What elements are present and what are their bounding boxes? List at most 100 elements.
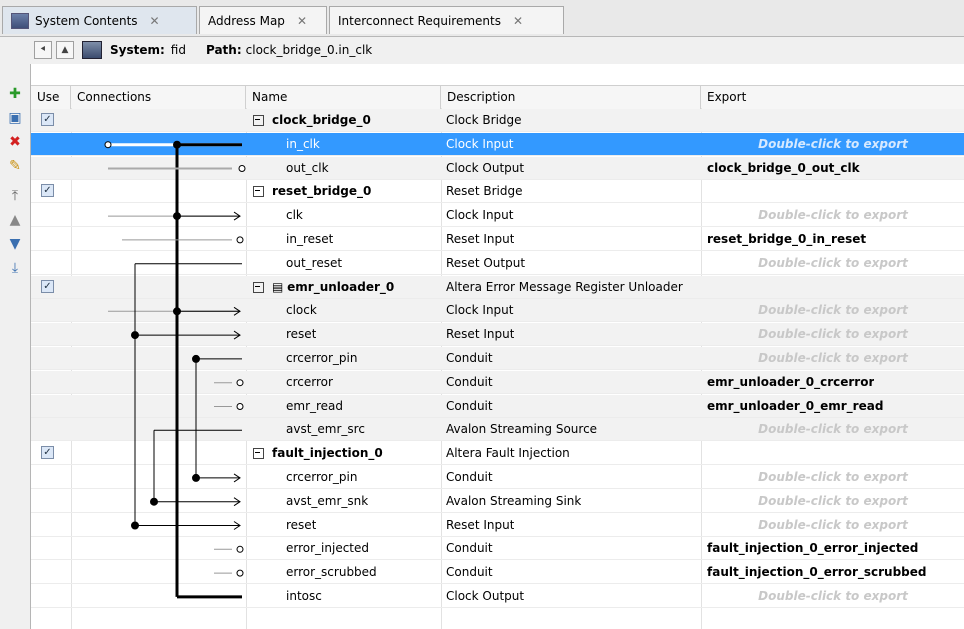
connection-dot[interactable]	[150, 497, 158, 506]
add-icon[interactable]: ✚	[7, 86, 23, 102]
close-icon[interactable]: ✕	[513, 14, 523, 28]
export-hint[interactable]: Double-click to export	[701, 418, 964, 441]
port-name: out_reset	[286, 255, 343, 270]
port-name: avst_emr_src	[286, 422, 365, 437]
connection-dot[interactable]	[131, 521, 139, 530]
export-port-icon[interactable]	[236, 236, 244, 244]
port-name: clk	[286, 208, 303, 223]
tab-system-contents[interactable]: System Contents ✕	[2, 6, 197, 34]
description-cell: Avalon Streaming Source	[446, 422, 598, 437]
export-name[interactable]: emr_unloader_0_crcerror	[707, 371, 874, 394]
tab-address-map[interactable]: Address Map ✕	[199, 6, 327, 34]
port-name: reset	[286, 517, 317, 532]
description-cell: Conduit	[446, 565, 493, 580]
move-up-icon[interactable]: ▲	[7, 212, 23, 228]
collapse-all-button[interactable]: ⯇	[34, 41, 52, 59]
column-header-name[interactable]: Name	[246, 86, 441, 109]
port-name: emr_read	[286, 398, 344, 413]
component-name-cell: clock_bridge_0	[253, 109, 371, 132]
path-label: Path:	[205, 43, 242, 57]
port-name: error_injected	[286, 541, 370, 556]
remove-icon[interactable]: ✖	[7, 134, 23, 150]
export-hint[interactable]: Double-click to export	[701, 514, 964, 537]
add-component-icon[interactable]: ▣	[7, 110, 23, 126]
system-value: fid	[170, 43, 186, 57]
export-hint[interactable]: Double-click to export	[701, 252, 964, 275]
connection-dot[interactable]	[192, 354, 200, 363]
description-cell: Conduit	[446, 374, 493, 389]
export-hint[interactable]: Double-click to export	[701, 466, 964, 489]
component-name-cell: reset_bridge_0	[253, 180, 371, 203]
system-contents-icon	[11, 12, 29, 29]
column-header-use[interactable]: Use	[31, 86, 71, 109]
description-cell: Reset Bridge	[446, 184, 523, 199]
export-port-icon[interactable]	[236, 379, 244, 387]
column-header-description[interactable]: Description	[441, 86, 701, 109]
move-down-icon[interactable]: ▼	[7, 236, 23, 252]
description-cell: Clock Input	[446, 303, 514, 318]
component-name: fault_injection_0	[272, 446, 383, 461]
export-port-icon[interactable]	[236, 545, 244, 553]
export-name[interactable]: clock_bridge_0_out_clk	[707, 157, 860, 180]
connections-graph[interactable]	[102, 109, 248, 609]
export-hint[interactable]: Double-click to export	[701, 133, 964, 156]
export-port-icon[interactable]	[236, 569, 244, 577]
connection-dot[interactable]	[173, 212, 181, 221]
connection-dot[interactable]	[192, 473, 200, 482]
up-level-button[interactable]: ▲	[56, 41, 74, 59]
export-hint[interactable]: Double-click to export	[701, 347, 964, 370]
move-bottom-icon[interactable]: ⤓	[7, 260, 23, 276]
export-name[interactable]: reset_bridge_0_in_reset	[707, 228, 866, 251]
close-icon[interactable]: ✕	[297, 14, 307, 28]
use-checkbox[interactable]: ✓	[41, 184, 54, 198]
description-cell: Conduit	[446, 351, 493, 365]
export-hint[interactable]: Double-click to export	[701, 299, 964, 322]
tab-label: System Contents	[35, 13, 138, 28]
tab-label: Address Map	[208, 13, 285, 28]
export-hint[interactable]: Double-click to export	[701, 490, 964, 513]
export-hint[interactable]: Double-click to export	[701, 585, 964, 608]
port-name: in_reset	[286, 232, 334, 246]
connection-dot[interactable]	[173, 140, 181, 149]
use-checkbox[interactable]: ✓	[41, 113, 54, 126]
description-cell: Avalon Streaming Sink	[446, 493, 582, 508]
column-header-connections[interactable]: Connections	[71, 86, 246, 109]
description-cell: Clock Bridge	[446, 113, 522, 127]
export-name[interactable]: fault_injection_0_error_injected	[707, 537, 918, 560]
path-bar: ⯇ ▲ System: fid Path: clock_bridge_0.in_…	[30, 36, 964, 64]
use-checkbox[interactable]: ✓	[41, 279, 54, 293]
component-name: reset_bridge_0	[272, 184, 372, 199]
connection-dot[interactable]	[173, 307, 181, 316]
table-header: Use Connections Name Description Export	[31, 85, 964, 110]
export-hint[interactable]: Double-click to export	[701, 323, 964, 346]
column-header-export[interactable]: Export	[701, 86, 964, 109]
component-name-cell: fault_injection_0	[253, 442, 383, 465]
move-top-icon[interactable]: ⤒	[7, 188, 23, 204]
port-name: out_clk	[286, 160, 329, 175]
system-contents-table: Use Connections Name Description Export …	[30, 64, 964, 629]
component-name: emr_unloader_0	[287, 279, 395, 294]
collapse-icon[interactable]	[253, 281, 264, 293]
export-port-icon[interactable]	[238, 165, 246, 172]
export-name[interactable]: emr_unloader_0_emr_read	[707, 395, 883, 418]
port-name: reset	[286, 327, 317, 342]
close-icon[interactable]: ✕	[150, 14, 160, 28]
port-name: error_scrubbed	[286, 565, 377, 580]
port-name: crcerror_pin	[286, 351, 358, 365]
connection-dot[interactable]	[131, 331, 139, 340]
port-name: crcerror	[286, 374, 333, 389]
use-checkbox[interactable]: ✓	[41, 446, 54, 460]
export-hint[interactable]: Double-click to export	[701, 204, 964, 227]
port-name: clock	[286, 303, 317, 318]
tab-interconnect-requirements[interactable]: Interconnect Requirements ✕	[329, 6, 564, 34]
component-name: clock_bridge_0	[272, 113, 371, 127]
export-port-icon[interactable]	[236, 403, 244, 410]
collapse-icon[interactable]	[253, 115, 264, 126]
collapse-icon[interactable]	[253, 448, 264, 460]
side-toolbar: ✚ ▣ ✖ ✎ ⤒ ▲ ▼ ⤓	[0, 64, 30, 629]
edit-icon[interactable]: ✎	[7, 158, 23, 174]
connection-dot[interactable]	[104, 141, 112, 149]
description-cell: Reset Output	[446, 255, 526, 270]
collapse-icon[interactable]	[253, 186, 264, 198]
export-name[interactable]: fault_injection_0_error_scrubbed	[707, 561, 926, 584]
